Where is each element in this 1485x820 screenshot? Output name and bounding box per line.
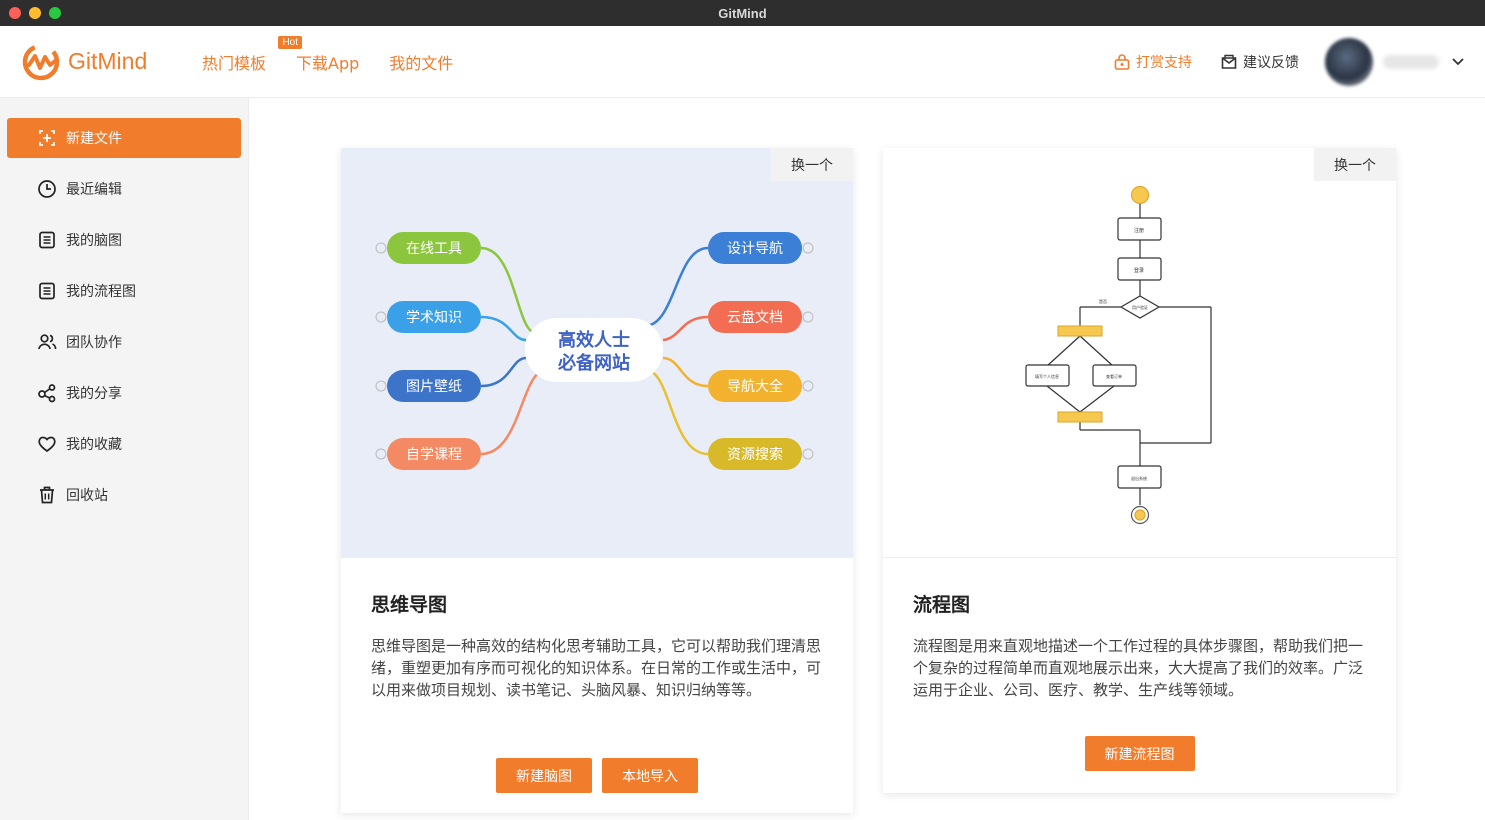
flowchart-card-desc: 流程图是用来直观地描述一个工作过程的具体步骤图，帮助我们把一个复杂的过程简单而直… xyxy=(913,637,1364,699)
flow-decision-label: 用户验证 xyxy=(1132,304,1148,310)
brand-name: GitMind xyxy=(68,48,148,74)
zoom-window-button[interactable] xyxy=(49,7,61,19)
new-mindmap-button[interactable]: 新建脑图 xyxy=(496,758,592,793)
sidebar-item-team[interactable]: 团队协作 xyxy=(7,322,241,362)
gitmind-logo-icon xyxy=(22,43,60,80)
plus-square-icon xyxy=(39,130,55,146)
node-label: 资源搜索 xyxy=(727,446,783,463)
local-import-button[interactable]: 本地导入 xyxy=(602,758,698,793)
close-window-button[interactable] xyxy=(9,7,21,19)
feedback-link[interactable]: 建议反馈 xyxy=(1220,52,1299,72)
tip-support-label: 打赏支持 xyxy=(1136,55,1192,71)
feedback-label: 建议反馈 xyxy=(1243,55,1299,71)
sidebar-item-recent[interactable]: 最近编辑 xyxy=(7,169,241,209)
nav-download-app[interactable]: 下载App xyxy=(296,50,359,74)
mindmap-preview-image: 高效人士 必备网站 在线工具 学术知识 图片壁纸 自学课程 设计导航 云盘文档 … xyxy=(375,232,814,470)
share-icon xyxy=(38,384,56,403)
mindmap-preview[interactable]: 高效人士 必备网站 在线工具 学术知识 图片壁纸 自学课程 设计导航 云盘文档 … xyxy=(341,148,853,558)
app-window: GitMind GitMind 热门模板 Hot 下载App 我的文件 打赏支持… xyxy=(0,0,1485,820)
flow-left-step-label: 填写个人信息 xyxy=(1035,373,1059,379)
feedback-icon xyxy=(1221,54,1237,69)
mindmap-node-left-3: 图片壁纸 xyxy=(375,370,481,402)
chevron-down-icon xyxy=(1452,58,1464,66)
window-controls xyxy=(9,7,61,19)
title-bar: GitMind xyxy=(0,0,1485,26)
flow-step-1-label: 注册 xyxy=(1134,227,1144,234)
mindmap-node-right-4: 资源搜索 xyxy=(708,438,814,470)
sidebar-item-my-flowcharts[interactable]: 我的流程图 xyxy=(7,271,241,311)
user-menu[interactable] xyxy=(1325,38,1465,86)
mindmap-card: 高效人士 必备网站 在线工具 学术知识 图片壁纸 自学课程 设计导航 云盘文档 … xyxy=(341,148,853,813)
people-icon xyxy=(37,334,57,350)
sidebar-item-trash[interactable]: 回收站 xyxy=(7,475,241,515)
node-label: 学术知识 xyxy=(406,309,462,326)
mindmap-node-left-4: 自学课程 xyxy=(375,438,481,470)
document-icon xyxy=(39,231,55,249)
hot-badge: Hot xyxy=(278,35,303,49)
mindmap-center-line1: 高效人士 xyxy=(558,329,630,351)
node-label: 导航大全 xyxy=(727,378,783,395)
flowchart-swap-button[interactable]: 换一个 xyxy=(1314,148,1396,181)
node-label: 在线工具 xyxy=(406,241,462,257)
window-title: GitMind xyxy=(718,5,767,21)
clock-icon xyxy=(38,180,56,198)
flowchart-card-title: 流程图 xyxy=(913,594,971,616)
nav-hot-templates-label: 热门模板 xyxy=(202,53,267,73)
flowchart-preview[interactable]: 注册 登录 用户验证 是否 填写个人信息 查看订单 退出系统 换一个 xyxy=(883,148,1396,558)
sidebar-item-label: 回收站 xyxy=(66,488,108,504)
flowchart-card: 注册 登录 用户验证 是否 填写个人信息 查看订单 退出系统 换一个 流程图 流… xyxy=(883,148,1396,793)
node-label: 设计导航 xyxy=(727,241,783,257)
gift-lock-icon xyxy=(1114,54,1130,70)
mindmap-center-line2: 必备网站 xyxy=(557,352,630,374)
minimize-window-button[interactable] xyxy=(29,7,41,19)
node-label: 图片壁纸 xyxy=(406,379,462,395)
sidebar-item-label: 我的收藏 xyxy=(66,437,122,453)
sidebar: 新建文件 最近编辑 我的脑图 我的流程图 团队协作 我的分享 我的收藏 回收站 xyxy=(0,98,249,820)
flow-step-2-label: 登录 xyxy=(1134,267,1144,274)
mindmap-swap-button[interactable]: 换一个 xyxy=(771,148,853,181)
sidebar-item-my-mindmaps[interactable]: 我的脑图 xyxy=(7,220,241,260)
sidebar-item-label: 最近编辑 xyxy=(66,182,122,198)
sidebar-item-label: 我的脑图 xyxy=(66,233,122,249)
flow-branch-label: 是否 xyxy=(1099,298,1107,304)
nav-right: 打赏支持 建议反馈 xyxy=(1113,26,1465,98)
flowchart-actions: 新建流程图 xyxy=(883,736,1396,771)
top-nav: GitMind 热门模板 Hot 下载App 我的文件 打赏支持 建议反馈 xyxy=(0,26,1485,98)
nav-my-files[interactable]: 我的文件 xyxy=(389,50,453,74)
heart-icon xyxy=(38,436,56,453)
mindmap-card-title: 思维导图 xyxy=(371,594,448,616)
sidebar-item-label: 我的分享 xyxy=(66,386,122,402)
sidebar-item-label: 新建文件 xyxy=(66,131,122,147)
nav-hot-templates[interactable]: 热门模板 Hot xyxy=(202,35,303,74)
sidebar-item-new-file[interactable]: 新建文件 xyxy=(7,118,241,158)
flow-end-step-label: 退出系统 xyxy=(1131,475,1147,481)
node-label: 云盘文档 xyxy=(727,309,783,326)
sidebar-item-favorites[interactable]: 我的收藏 xyxy=(7,424,241,464)
new-flowchart-button[interactable]: 新建流程图 xyxy=(1084,736,1195,771)
mindmap-card-desc: 思维导图是一种高效的结构化思考辅助工具，它可以帮助我们理清思绪，重塑更加有序而可… xyxy=(371,637,822,699)
mindmap-node-left-1: 在线工具 xyxy=(375,232,481,264)
mindmap-node-left-2: 学术知识 xyxy=(375,301,481,333)
tip-support-link[interactable]: 打赏支持 xyxy=(1113,52,1192,72)
mindmap-node-right-3: 导航大全 xyxy=(708,370,814,402)
sidebar-item-label: 我的流程图 xyxy=(66,284,136,300)
logo[interactable]: GitMind xyxy=(20,41,200,83)
nav-links: 热门模板 Hot 下载App 我的文件 xyxy=(202,35,483,74)
mindmap-node-right-2: 云盘文档 xyxy=(708,301,814,333)
username-blurred xyxy=(1383,55,1439,69)
mindmap-node-right-1: 设计导航 xyxy=(708,232,814,264)
avatar xyxy=(1325,38,1373,86)
node-label: 自学课程 xyxy=(406,447,462,463)
document-icon xyxy=(39,282,55,300)
flowchart-preview-image: 注册 登录 用户验证 是否 填写个人信息 查看订单 退出系统 xyxy=(1025,185,1212,525)
mindmap-actions: 新建脑图 本地导入 xyxy=(341,758,853,793)
sidebar-item-my-shares[interactable]: 我的分享 xyxy=(7,373,241,413)
trash-icon xyxy=(40,486,54,504)
flow-right-step-label: 查看订单 xyxy=(1106,373,1122,379)
sidebar-item-label: 团队协作 xyxy=(66,335,122,351)
